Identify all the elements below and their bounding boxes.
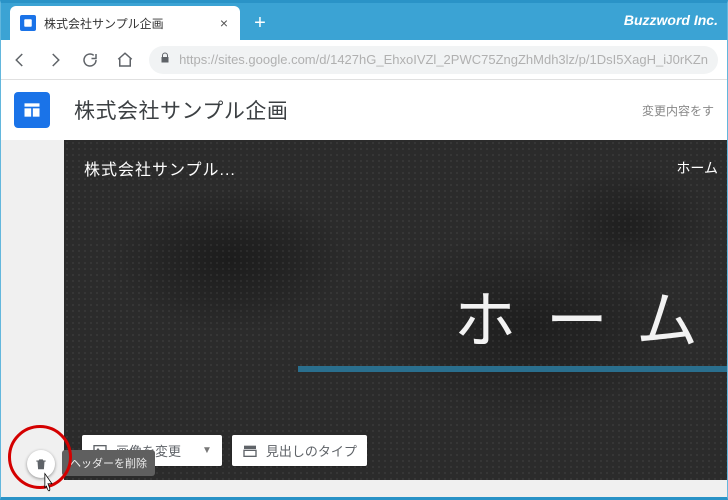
forward-button[interactable] xyxy=(45,49,66,71)
page-header-block[interactable]: 株式会社サンプル... ホーム ホーム 画像を変更 ▼ 見出しのタイプ xyxy=(64,140,728,480)
home-button[interactable] xyxy=(114,49,135,71)
heading-type-label: 見出しのタイプ xyxy=(266,441,357,460)
sites-app-icon[interactable] xyxy=(14,92,50,128)
header-site-name[interactable]: 株式会社サンプル... xyxy=(84,156,236,180)
layout-icon xyxy=(242,443,258,459)
pointer-cursor-icon xyxy=(38,472,58,499)
reload-button[interactable] xyxy=(80,49,101,71)
browser-toolbar: https://sites.google.com/d/1427hG_EhxoIV… xyxy=(0,40,728,80)
header-nav-home[interactable]: ホーム xyxy=(676,158,718,178)
delete-header-tooltip: ヘッダーを削除 xyxy=(62,450,155,476)
address-bar[interactable]: https://sites.google.com/d/1427hG_EhxoIV… xyxy=(149,46,718,74)
header-nav: 株式会社サンプル... ホーム xyxy=(84,156,718,180)
editor-canvas: 株式会社サンプル... ホーム ホーム 画像を変更 ▼ 見出しのタイプ xyxy=(0,140,728,500)
browser-tab-strip: 株式会社サンプル企画 × + Buzzword Inc. xyxy=(0,0,728,40)
save-status: 変更内容をす xyxy=(642,102,714,119)
tab-close-button[interactable]: × xyxy=(216,15,232,31)
back-button[interactable] xyxy=(10,49,31,71)
page-title-box[interactable]: ホーム xyxy=(298,270,728,372)
chevron-down-icon[interactable]: ▼ xyxy=(202,445,212,456)
new-tab-button[interactable]: + xyxy=(246,9,274,37)
app-header: 株式会社サンプル企画 変更内容をす xyxy=(0,80,728,140)
tab-title: 株式会社サンプル企画 xyxy=(44,15,216,32)
page-title-underline xyxy=(298,366,728,372)
trash-icon xyxy=(34,457,48,471)
site-title-input[interactable]: 株式会社サンプル企画 xyxy=(74,95,642,125)
tab-favicon xyxy=(20,15,36,31)
heading-type-button[interactable]: 見出しのタイプ xyxy=(232,435,367,466)
page-title-text[interactable]: ホーム xyxy=(454,270,728,360)
browser-tab[interactable]: 株式会社サンプル企画 × xyxy=(10,6,240,40)
brand-label: Buzzword Inc. xyxy=(624,12,728,28)
url-text: https://sites.google.com/d/1427hG_EhxoIV… xyxy=(179,52,708,67)
lock-icon xyxy=(159,51,171,69)
